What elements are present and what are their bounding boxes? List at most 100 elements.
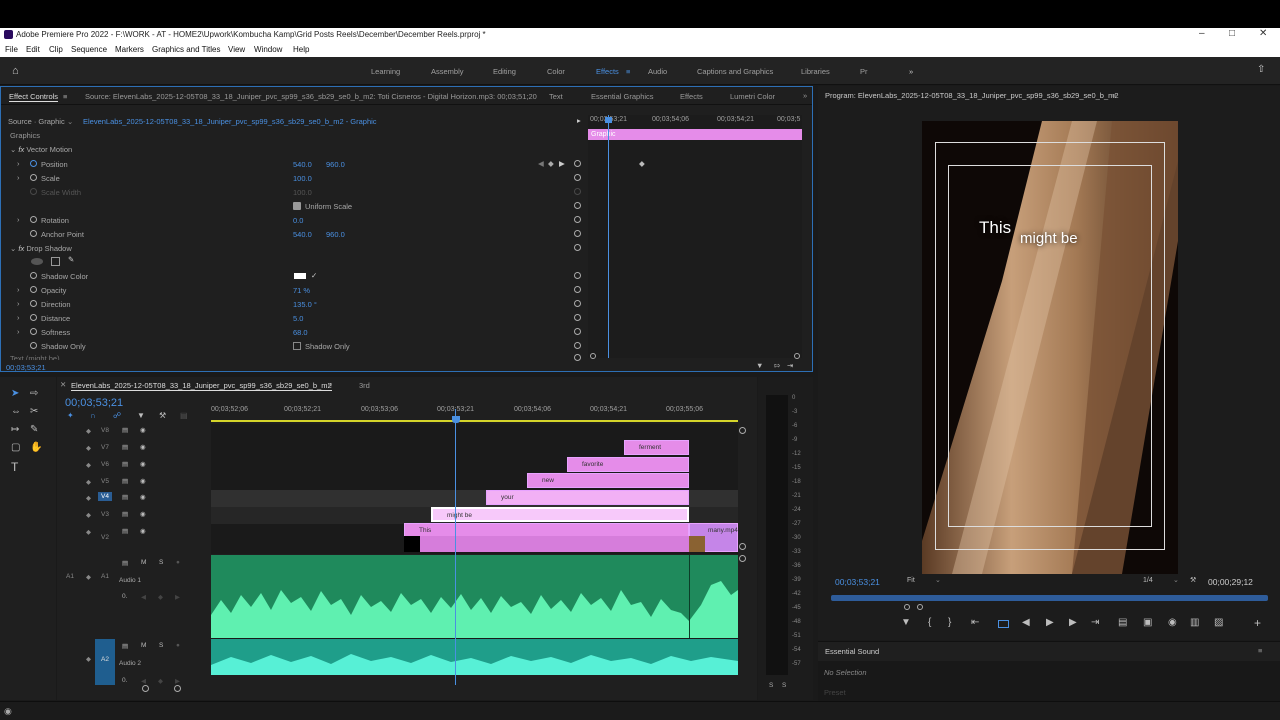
shadow-only-checkbox[interactable] <box>293 342 301 350</box>
a1-clip[interactable] <box>211 555 738 638</box>
lock-icon[interactable]: ◆ <box>86 478 91 486</box>
sync-icon[interactable]: ▤ <box>122 426 128 434</box>
a2-prev-keyframe-icon[interactable]: ◀ <box>141 677 146 685</box>
sync-icon[interactable]: ▤ <box>122 460 128 468</box>
eye-icon[interactable]: ◉ <box>140 477 146 485</box>
lock-icon[interactable]: ◆ <box>86 427 91 435</box>
a1-lock-icon[interactable]: ◆ <box>86 573 91 581</box>
track-v2[interactable]: V2 <box>101 534 109 541</box>
clip-ferment[interactable]: ferment <box>624 440 689 455</box>
resolution-dropdown-icon[interactable]: ⌄ <box>1173 576 1179 584</box>
vertical-zoom-handle-audio[interactable] <box>739 555 746 562</box>
rotation-stopwatch-icon[interactable] <box>30 216 37 223</box>
track-select-tool-icon[interactable]: ⇨ <box>30 388 38 399</box>
expand-scale-icon[interactable]: › <box>17 173 20 182</box>
ripple-edit-tool-icon[interactable]: ⇔ <box>11 406 21 417</box>
add-marker-icon[interactable]: ▼ <box>901 617 911 628</box>
direction-reset-icon[interactable] <box>574 300 581 307</box>
slip-tool-icon[interactable]: ↦ <box>11 424 19 435</box>
tab-essential-graphics[interactable]: Essential Graphics <box>591 92 654 101</box>
a1-add-keyframe-icon[interactable]: ◆ <box>158 593 163 601</box>
menu-graphics[interactable]: Graphics and Titles <box>152 45 220 54</box>
anchor-x[interactable]: 540.0 <box>293 230 312 239</box>
mini-zoom-left-handle[interactable] <box>590 353 596 359</box>
pen-mask-icon[interactable]: ✎ <box>68 255 74 264</box>
share-icon[interactable]: ⇧ <box>1257 64 1265 75</box>
menu-view[interactable]: View <box>228 45 245 54</box>
position-x[interactable]: 540.0 <box>293 160 312 169</box>
tab-lumetri[interactable]: Lumetri Color <box>730 92 775 101</box>
time-ruler[interactable]: 00;03;52;06 00;03;52;21 00;03;53;06 00;0… <box>211 402 738 422</box>
position-reset-icon[interactable] <box>574 160 581 167</box>
ws-libraries[interactable]: Libraries <box>801 67 830 76</box>
vertical-zoom-handle-top[interactable] <box>739 427 746 434</box>
selection-tool-icon[interactable]: ➤ <box>11 388 19 399</box>
maximize-icon[interactable]: □ <box>1229 28 1235 39</box>
track-v5[interactable]: V5 <box>101 478 109 485</box>
vertical-zoom-handle-mid[interactable] <box>739 543 746 550</box>
fit-dropdown-icon[interactable]: ⌄ <box>935 576 941 584</box>
add-keyframe-icon[interactable]: ◆ <box>548 159 554 168</box>
menu-help[interactable]: Help <box>293 45 309 54</box>
eye-icon[interactable]: ◉ <box>140 527 146 535</box>
ec-playhead-head[interactable] <box>605 117 612 123</box>
play-only-audio-icon[interactable]: ▸ <box>577 116 581 125</box>
snap-magnet-icon[interactable]: ∩ <box>90 411 96 420</box>
resolution-dropdown[interactable]: 1/4 <box>1143 577 1153 584</box>
distance-reset-icon[interactable] <box>574 314 581 321</box>
shadow-only-reset-icon[interactable] <box>574 342 581 349</box>
clip-this[interactable]: This <box>404 523 689 537</box>
track-v6[interactable]: V6 <box>101 461 109 468</box>
track-v4[interactable]: V4 <box>98 492 112 501</box>
a1-target[interactable]: A1 <box>66 573 74 580</box>
softness-value[interactable]: 68.0 <box>293 328 308 337</box>
go-to-in-icon[interactable]: ⇤ <box>971 617 979 628</box>
sync-icon[interactable]: ▤ <box>122 443 128 451</box>
anchor-stopwatch-icon[interactable] <box>30 230 37 237</box>
tabs-overflow-icon[interactable]: » <box>803 91 807 100</box>
ws-effects[interactable]: Effects <box>596 67 619 76</box>
a1-mic-icon[interactable]: ● <box>176 559 180 566</box>
audio-track-area[interactable] <box>211 555 738 685</box>
horizontal-zoom-left[interactable] <box>142 685 149 692</box>
ws-audio[interactable]: Audio <box>648 67 667 76</box>
snap-icon[interactable]: ⇥ <box>787 361 793 370</box>
text-layer-row[interactable]: Text (might be) <box>10 354 60 360</box>
export-frame-icon[interactable]: ⇰ <box>774 361 780 370</box>
tab-effects[interactable]: Effects <box>680 92 703 101</box>
mark-in-icon[interactable]: { <box>928 617 931 628</box>
tab-text[interactable]: Text <box>549 92 563 101</box>
step-forward-icon[interactable]: ▶ <box>1069 617 1077 628</box>
clip-new[interactable]: new <box>527 473 689 488</box>
a1-mute-button[interactable]: M <box>141 559 146 566</box>
lock-icon[interactable]: ◆ <box>86 444 91 452</box>
timeline-playhead[interactable] <box>455 409 456 685</box>
minimize-icon[interactable]: – <box>1199 28 1205 39</box>
drop-shadow-row[interactable]: ⌄ fx Drop Shadow <box>10 244 72 253</box>
tab-source[interactable]: Source: ElevenLabs_2025-12-05T08_33_18_J… <box>85 92 537 101</box>
sync-icon[interactable]: ▤ <box>122 510 128 518</box>
razor-tool-icon[interactable]: ✂ <box>30 406 38 417</box>
expand-opacity-icon[interactable]: › <box>17 285 20 294</box>
rotation-value[interactable]: 0.0 <box>293 216 303 225</box>
solo-right-button[interactable]: S <box>782 682 786 689</box>
solo-left-button[interactable]: S <box>769 682 773 689</box>
lock-icon[interactable]: ◆ <box>86 528 91 536</box>
timeline-tab-menu-icon[interactable]: ≡ <box>328 380 332 389</box>
uniform-scale-reset-icon[interactable] <box>574 202 581 209</box>
close-icon[interactable]: ✕ <box>1259 28 1267 39</box>
ws-captions[interactable]: Captions and Graphics <box>697 67 773 76</box>
position-stopwatch-icon[interactable] <box>30 160 37 167</box>
timeline-playhead-head[interactable] <box>452 416 460 423</box>
mark-out-icon[interactable]: } <box>948 617 951 628</box>
eye-icon[interactable]: ◉ <box>140 510 146 518</box>
a2-add-keyframe-icon[interactable]: ◆ <box>158 677 163 685</box>
menu-markers[interactable]: Markers <box>115 45 144 54</box>
direction-value[interactable]: 135.0 ° <box>293 300 317 309</box>
shadow-color-stopwatch-icon[interactable] <box>30 272 37 279</box>
clip-favorite[interactable]: favorite <box>567 457 689 472</box>
horizontal-zoom-right[interactable] <box>174 685 181 692</box>
drop-shadow-reset-icon[interactable] <box>574 244 581 251</box>
source-graphic-label[interactable]: Source · Graphic <box>8 117 65 126</box>
timeline-settings-icon[interactable]: ⚒ <box>159 411 166 420</box>
